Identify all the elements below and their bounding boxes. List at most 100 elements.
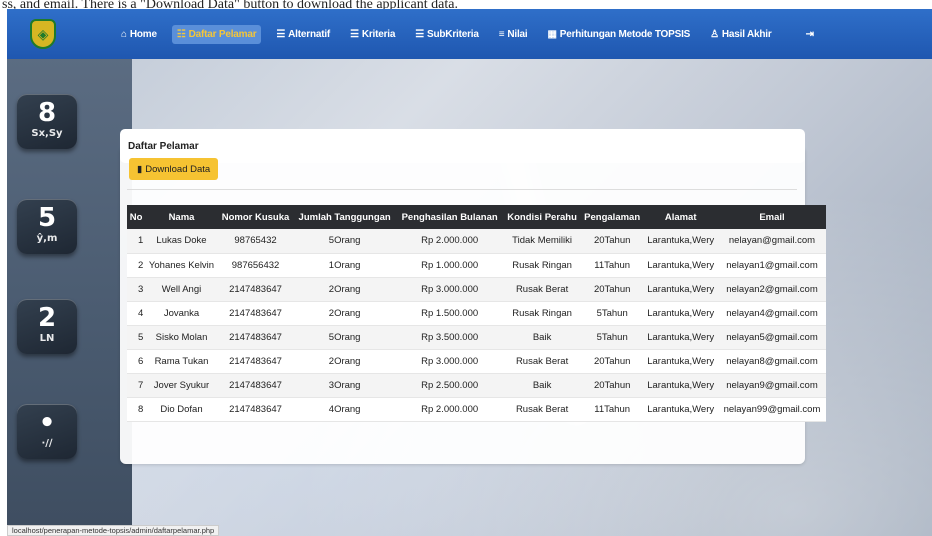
cell-col-alamat: Larantuka,Wery bbox=[643, 229, 718, 254]
top-navbar: ◈ ⌂ Home ☷ Daftar Pelamar ☰ Alternatif ☰ Kriter… bbox=[7, 9, 932, 59]
table-row: 3 Well Angi 2147483647 2Orang Rp 3.000.000 Ru… bbox=[127, 277, 826, 302]
cell-col-nomor-kusuka: 2147483647 bbox=[217, 349, 294, 374]
file-icon: ▮ bbox=[137, 163, 143, 175]
cell-col-jumlah-tanggungan: 3Orang bbox=[293, 373, 397, 398]
table-row: 6 Rama Tukan 2147483647 2Orang Rp 3.000.000 R… bbox=[127, 349, 826, 374]
table-row: 7 Jover Syukur 2147483647 3Orang Rp 2.500.00… bbox=[127, 373, 826, 398]
cell-col-email: nelayan99@gmail.com bbox=[717, 397, 826, 422]
logout-button[interactable]: ⇥ bbox=[801, 25, 819, 44]
nav-item-label: Kriteria bbox=[361, 28, 396, 40]
page-title: Daftar Pelamar bbox=[120, 129, 805, 163]
cell-col-nama: Dio Dofan bbox=[145, 397, 218, 422]
header-col-nama[interactable]: Nama bbox=[145, 205, 218, 229]
calc-key-8: 8 Sx,Sy bbox=[17, 94, 77, 149]
nav-item-label: Perhitungan Metode TOPSIS bbox=[559, 28, 691, 40]
cell-col-email: nelayan1@gmail.com bbox=[717, 253, 826, 278]
cell-col-pengalaman: 5Tahun bbox=[580, 301, 644, 326]
header-col-nomor-kusuka[interactable]: Nomor Kusuka bbox=[218, 205, 293, 229]
cell-col-pengalaman: 20Tahun bbox=[580, 229, 644, 254]
header-col-jumlah-tanggungan[interactable]: Jumlah Tanggungan bbox=[293, 205, 396, 229]
header-col-kondisi-perahu[interactable]: Kondisi Perahu bbox=[503, 205, 581, 229]
calc-key-2: 2 LN bbox=[17, 299, 77, 354]
calculator-background: 8 Sx,Sy 5 ŷ,m 2 LN • ·/∕ bbox=[7, 9, 132, 536]
cell-col-no: 7 bbox=[127, 373, 146, 398]
nav-menu: ⌂ Home ☷ Daftar Pelamar ☰ Alternatif ☰ Kriteria… bbox=[116, 24, 787, 44]
cell-col-jumlah-tanggungan: 2Orang bbox=[293, 277, 397, 302]
cell-col-jumlah-tanggungan: 5Orang bbox=[293, 325, 397, 350]
cell-col-pengalaman: 5Tahun bbox=[580, 325, 644, 350]
cell-col-nomor-kusuka: 2147483647 bbox=[217, 397, 294, 422]
cell-col-kondisi-perahu: Rusak Berat bbox=[503, 349, 581, 374]
cell-col-kondisi-perahu: Rusak Ringan bbox=[503, 301, 581, 326]
users-icon: ☷ bbox=[176, 28, 186, 40]
cell-col-penghasilan: Rp 2.000.000 bbox=[396, 229, 504, 254]
cell-col-nama: Sisko Molan bbox=[145, 325, 218, 350]
nav-item-label: Alternatif bbox=[288, 28, 331, 40]
cell-col-alamat: Larantuka,Wery bbox=[643, 373, 718, 398]
table-row: 1 Lukas Doke 98765432 5Orang Rp 2.000.000 Tid… bbox=[127, 229, 826, 254]
nav-item-hasil-akhir[interactable]: ♙ Hasil Akhir bbox=[705, 25, 776, 44]
cell-col-jumlah-tanggungan: 4Orang bbox=[293, 397, 397, 422]
download-data-button[interactable]: ▮ Download Data bbox=[129, 158, 219, 180]
cell-col-nomor-kusuka: 987656432 bbox=[217, 253, 294, 278]
nav-item-label: Home bbox=[129, 28, 157, 40]
cell-col-no: 5 bbox=[127, 325, 146, 350]
cell-col-nama: Rama Tukan bbox=[145, 349, 218, 374]
cell-col-alamat: Larantuka,Wery bbox=[643, 253, 718, 278]
cell-col-pengalaman: 20Tahun bbox=[580, 349, 644, 374]
applicant-table: No Nama Nomor Kusuka Jumlah Tanggungan Pengh… bbox=[127, 205, 826, 422]
cell-col-penghasilan: Rp 2.500.000 bbox=[396, 373, 504, 398]
download-data-label: Download Data bbox=[145, 163, 211, 175]
cell-col-penghasilan: Rp 1.000.000 bbox=[396, 253, 504, 278]
nav-item-alternatif[interactable]: ☰ Alternatif bbox=[271, 25, 335, 44]
list-icon: ☰ bbox=[350, 28, 359, 40]
nav-item-perhitungan-metode-topsis[interactable]: ▦ Perhitungan Metode TOPSIS bbox=[542, 25, 695, 44]
cell-col-nomor-kusuka: 98765432 bbox=[217, 229, 294, 254]
list-icon: ☰ bbox=[276, 28, 286, 40]
divider bbox=[127, 189, 797, 190]
cell-col-jumlah-tanggungan: 5Orang bbox=[293, 229, 397, 254]
table-row: 5 Sisko Molan 2147483647 5Orang Rp 3.500.000… bbox=[127, 325, 826, 350]
cell-col-kondisi-perahu: Tidak Memiliki bbox=[503, 229, 581, 254]
cell-col-alamat: Larantuka,Wery bbox=[643, 397, 718, 422]
cell-col-nomor-kusuka: 2147483647 bbox=[217, 301, 294, 326]
cell-col-email: nelayan5@gmail.com bbox=[717, 325, 826, 350]
user-icon: ♙ bbox=[710, 28, 719, 40]
cell-col-pengalaman: 11Tahun bbox=[580, 253, 644, 278]
cell-col-nomor-kusuka: 2147483647 bbox=[217, 277, 294, 302]
nav-item-nilai[interactable]: ≡ Nilai bbox=[494, 25, 533, 44]
cell-col-penghasilan: Rp 2.000.000 bbox=[396, 397, 504, 422]
calc-key-dot: • ·/∕ bbox=[17, 404, 77, 459]
nav-item-home[interactable]: ⌂ Home bbox=[116, 25, 162, 44]
cell-col-nama: Jovanka bbox=[145, 301, 218, 326]
table-header-row: No Nama Nomor Kusuka Jumlah Tanggungan Pengh… bbox=[127, 205, 826, 229]
logo-icon[interactable]: ◈ bbox=[30, 19, 56, 49]
cell-col-alamat: Larantuka,Wery bbox=[643, 301, 718, 326]
cell-col-no: 8 bbox=[127, 397, 146, 422]
cell-col-pengalaman: 20Tahun bbox=[580, 277, 644, 302]
table-row: 8 Dio Dofan 2147483647 4Orang Rp 2.000.000 Ru… bbox=[127, 397, 826, 422]
header-col-pengalaman[interactable]: Pengalaman bbox=[581, 205, 643, 229]
header-col-no[interactable]: No bbox=[127, 205, 145, 229]
chart-icon: ≡ bbox=[498, 28, 505, 40]
nav-item-label: Hasil Akhir bbox=[721, 28, 772, 40]
header-col-alamat[interactable]: Alamat bbox=[643, 205, 718, 229]
nav-item-subkriteria[interactable]: ☰ SubKriteria bbox=[410, 25, 483, 44]
cell-col-kondisi-perahu: Rusak Berat bbox=[503, 397, 581, 422]
header-col-email[interactable]: Email bbox=[718, 205, 826, 229]
nav-item-daftar-pelamar[interactable]: ☷ Daftar Pelamar bbox=[171, 24, 262, 44]
calc-key-5: 5 ŷ,m bbox=[17, 199, 77, 254]
browser-screenshot: 8 Sx,Sy 5 ŷ,m 2 LN • ·/∕ ◈ ⌂ Home ☷ Daftar Pela… bbox=[7, 9, 932, 536]
cell-col-jumlah-tanggungan: 1Orang bbox=[293, 253, 397, 278]
nav-item-kriteria[interactable]: ☰ Kriteria bbox=[345, 25, 400, 44]
cell-col-pengalaman: 11Tahun bbox=[580, 397, 644, 422]
nav-item-label: SubKriteria bbox=[427, 28, 479, 40]
cell-col-nama: Jover Syukur bbox=[145, 373, 218, 398]
nav-item-label: Nilai bbox=[507, 28, 528, 40]
status-bar-url: localhost/penerapan-metode-topsis/admin/… bbox=[7, 525, 220, 536]
table-row: 2 Yohanes Kelvin 987656432 1Orang Rp 1.000.0… bbox=[127, 253, 826, 278]
cell-col-jumlah-tanggungan: 2Orang bbox=[293, 301, 397, 326]
header-col-penghasilan[interactable]: Penghasilan Bulanan bbox=[396, 205, 503, 229]
cell-col-alamat: Larantuka,Wery bbox=[643, 277, 718, 302]
cell-col-email: nelayan4@gmail.com bbox=[717, 301, 826, 326]
